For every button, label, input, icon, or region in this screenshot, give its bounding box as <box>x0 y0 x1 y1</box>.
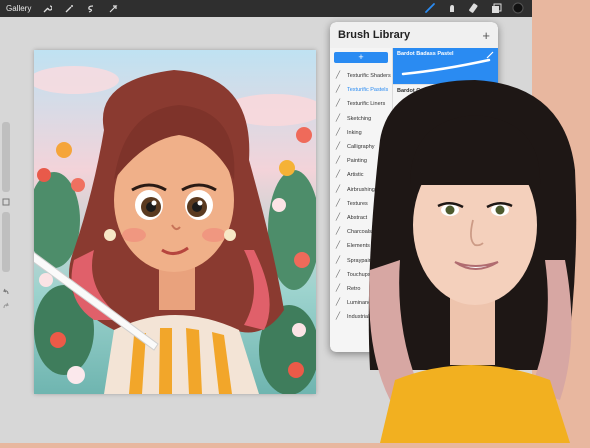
brush-library-header: Brush Library + <box>330 22 498 48</box>
brush-library-title: Brush Library <box>338 29 411 41</box>
gallery-button[interactable]: Gallery <box>6 4 31 13</box>
smudge-icon[interactable] <box>446 2 458 14</box>
brush-icon[interactable] <box>424 2 436 14</box>
redo-icon[interactable] <box>2 302 10 310</box>
opacity-slider[interactable] <box>2 212 10 272</box>
drawing-canvas[interactable] <box>34 50 316 394</box>
layers-icon[interactable] <box>490 2 502 14</box>
presenter-photo <box>310 70 590 443</box>
wrench-icon[interactable] <box>41 3 53 15</box>
top-toolbar: Gallery <box>0 0 532 17</box>
brush-edit-icon[interactable] <box>486 51 494 59</box>
brush-size-slider[interactable] <box>2 122 10 192</box>
magic-wand-icon[interactable] <box>63 3 75 15</box>
color-swatch-icon[interactable] <box>512 2 524 14</box>
eraser-icon[interactable] <box>468 2 480 14</box>
modify-button[interactable] <box>2 198 10 206</box>
character-illustration <box>34 66 316 394</box>
new-brush-set-button[interactable]: + <box>334 52 388 63</box>
selection-s-icon[interactable] <box>85 3 97 15</box>
arrow-transform-icon[interactable] <box>107 3 119 15</box>
left-sidebar <box>0 118 12 318</box>
new-brush-button[interactable]: + <box>482 28 490 43</box>
undo-icon[interactable] <box>2 288 10 296</box>
